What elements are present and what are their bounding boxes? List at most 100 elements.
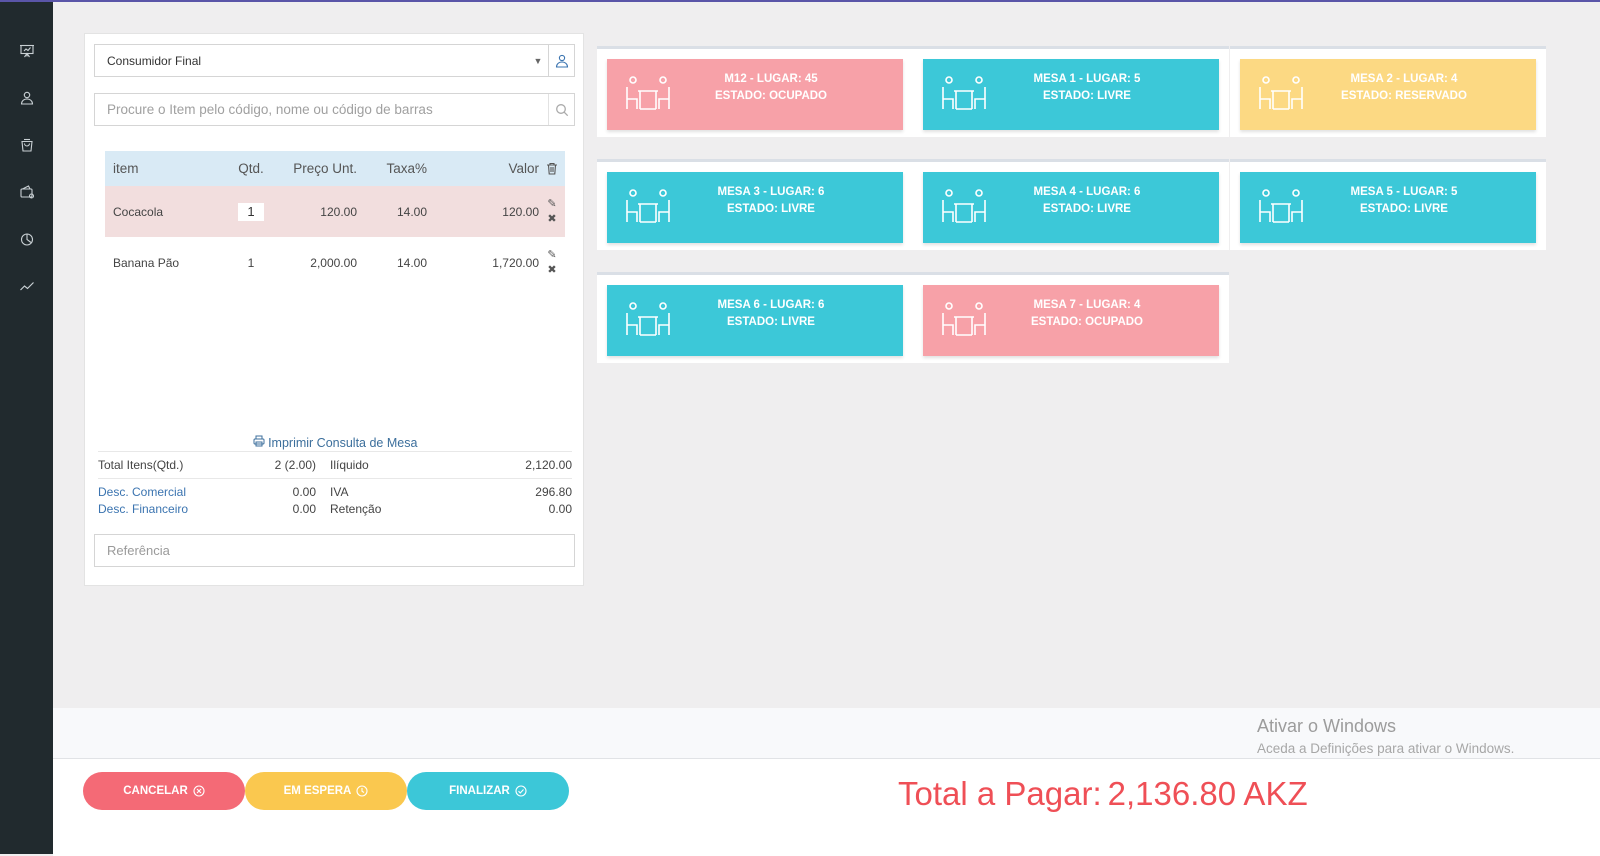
items-table: item Qtd. Preço Unt. Taxa% Valor Cocacol…: [105, 151, 565, 288]
row-price: 120.00: [320, 204, 357, 219]
dining-table-icon: [923, 285, 991, 356]
table-card-body: M12 - LUGAR: 45 ESTADO: OCUPADO: [607, 59, 903, 130]
table-state: ESTADO: LIVRE: [727, 203, 815, 215]
row-tax: 14.00: [396, 204, 427, 219]
totals-block-1: Total Itens(Qtd.) 2 (2.00) Ilíquido 2,12…: [98, 456, 572, 473]
pie-chart-icon: [20, 233, 33, 246]
dining-table-icon: [923, 59, 991, 130]
table-card-body: MESA 3 - LUGAR: 6 ESTADO: LIVRE: [607, 172, 903, 243]
table-name: MESA 1 - LUGAR: 5: [1033, 73, 1141, 85]
table-row[interactable]: Banana Pão 1 2,000.00 14.00 1,720.00 ✎ ✖: [105, 237, 565, 288]
table-card[interactable]: MESA 5 - LUGAR: 5 ESTADO: LIVRE: [1230, 159, 1546, 250]
col-value: Valor: [508, 161, 539, 176]
total-label: Total a Pagar:: [898, 775, 1102, 812]
iliquido-label: Ilíquido: [330, 457, 369, 472]
row-actions: ✎ ✖: [539, 249, 565, 276]
table-card-body: MESA 4 - LUGAR: 6 ESTADO: LIVRE: [923, 172, 1219, 243]
table-state: ESTADO: LIVRE: [1043, 203, 1131, 215]
table-card[interactable]: MESA 1 - LUGAR: 5 ESTADO: LIVRE: [913, 46, 1229, 137]
total-items-value: 2 (2.00): [274, 457, 316, 472]
desc-comercial-link[interactable]: Desc. Comercial: [98, 485, 238, 499]
user-icon: [555, 54, 568, 68]
printer-icon: [253, 435, 265, 447]
table-card-body: MESA 5 - LUGAR: 5 ESTADO: LIVRE: [1240, 172, 1536, 243]
pencil-icon[interactable]: ✎: [547, 198, 556, 210]
search-button[interactable]: [548, 94, 574, 125]
table-card[interactable]: MESA 4 - LUGAR: 6 ESTADO: LIVRE: [913, 159, 1229, 250]
table-name: MESA 2 - LUGAR: 4: [1350, 73, 1458, 85]
customer-select[interactable]: Consumidor Final ▼: [94, 44, 575, 77]
dining-table-icon: [1240, 172, 1308, 243]
col-tax: Taxa%: [386, 161, 427, 176]
table-card[interactable]: MESA 7 - LUGAR: 4 ESTADO: OCUPADO: [913, 272, 1229, 363]
trend-line-icon: [19, 282, 34, 291]
customer-button[interactable]: [548, 45, 574, 76]
desc-financeiro-link[interactable]: Desc. Financeiro: [98, 502, 238, 516]
iva-value: 296.80: [535, 484, 572, 499]
watermark-subtitle: Aceda a Definições para ativar o Windows…: [1257, 741, 1515, 756]
sidebar-item-reports[interactable]: [0, 228, 53, 250]
customer-value: Consumidor Final: [107, 53, 202, 68]
footer-bar: CANCELAR EM ESPERA FINALIZAR Total a Pag…: [53, 759, 1600, 856]
check-circle-icon: [515, 785, 527, 797]
order-panel: Consumidor Final ▼ item Qtd. Preço Unt. …: [84, 33, 584, 586]
reference-input[interactable]: [95, 535, 574, 566]
retencao-value: 0.00: [548, 501, 572, 516]
clear-items-button[interactable]: [539, 162, 565, 175]
table-card[interactable]: M12 - LUGAR: 45 ESTADO: OCUPADO: [597, 46, 913, 137]
divider: [98, 451, 572, 452]
wallet-icon: [19, 185, 34, 199]
row-value: 120.00: [502, 204, 539, 219]
table-state: ESTADO: RESERVADO: [1341, 90, 1467, 102]
pencil-icon[interactable]: ✎: [547, 249, 556, 261]
sidebar-item-wallet[interactable]: [0, 181, 53, 203]
dining-table-icon: [923, 172, 991, 243]
desc-financeiro-value: 0.00: [292, 501, 316, 516]
print-table-link[interactable]: Imprimir Consulta de Mesa: [85, 435, 585, 450]
dining-table-icon: [607, 285, 675, 356]
finish-label: FINALIZAR: [449, 785, 510, 797]
presentation-icon: [19, 44, 34, 58]
table-card-body: MESA 2 - LUGAR: 4 ESTADO: RESERVADO: [1240, 59, 1536, 130]
cancel-button[interactable]: CANCELAR: [83, 772, 245, 810]
item-search-input[interactable]: [95, 94, 548, 125]
sidebar-item-clients[interactable]: [0, 87, 53, 109]
cancel-label: CANCELAR: [123, 785, 188, 797]
sidebar-item-sales[interactable]: [0, 134, 53, 156]
table-card[interactable]: MESA 3 - LUGAR: 6 ESTADO: LIVRE: [597, 159, 913, 250]
users-icon: [20, 91, 33, 105]
table-state: ESTADO: OCUPADO: [1030, 316, 1144, 328]
sidebar-item-statistics[interactable]: [0, 275, 53, 297]
finish-button[interactable]: FINALIZAR: [407, 772, 569, 810]
table-state: ESTADO: LIVRE: [1360, 203, 1448, 215]
trash-icon: [547, 162, 557, 175]
remove-icon[interactable]: ✖: [547, 213, 556, 225]
total-value: 2,136.80 AKZ: [1107, 775, 1308, 812]
table-card[interactable]: MESA 2 - LUGAR: 4 ESTADO: RESERVADO: [1230, 46, 1546, 137]
totals-block-2: Desc. Comercial 0.00 IVA 296.80 Desc. Fi…: [98, 483, 572, 517]
iva-label: IVA: [330, 484, 349, 499]
row-qty-input[interactable]: 1: [238, 202, 264, 221]
table-name: MESA 6 - LUGAR: 6: [717, 299, 825, 311]
print-table-label: Imprimir Consulta de Mesa: [268, 436, 418, 450]
row-qty[interactable]: 1: [225, 256, 277, 270]
iliquido-value: 2,120.00: [525, 457, 572, 472]
on-hold-label: EM ESPERA: [283, 785, 352, 797]
sidebar-item-dashboard[interactable]: [0, 40, 53, 62]
item-search: [94, 93, 575, 126]
reference-field: [94, 534, 575, 567]
on-hold-button[interactable]: EM ESPERA: [245, 772, 407, 810]
table-state: ESTADO: LIVRE: [727, 316, 815, 328]
close-circle-icon: [193, 785, 205, 797]
table-card[interactable]: MESA 6 - LUGAR: 6 ESTADO: LIVRE: [597, 272, 913, 363]
col-qty: Qtd.: [238, 161, 264, 176]
caret-down-icon[interactable]: ▼: [528, 56, 548, 66]
table-card-body: MESA 1 - LUGAR: 5 ESTADO: LIVRE: [923, 59, 1219, 130]
table-row[interactable]: Cocacola 1 120.00 14.00 120.00 ✎ ✖: [105, 186, 565, 237]
row-tax: 14.00: [396, 255, 427, 270]
desc-comercial-value: 0.00: [292, 484, 316, 499]
remove-icon[interactable]: ✖: [547, 264, 556, 276]
table-state: ESTADO: OCUPADO: [714, 90, 828, 102]
clock-icon: [356, 785, 368, 797]
col-item: item: [113, 161, 139, 176]
